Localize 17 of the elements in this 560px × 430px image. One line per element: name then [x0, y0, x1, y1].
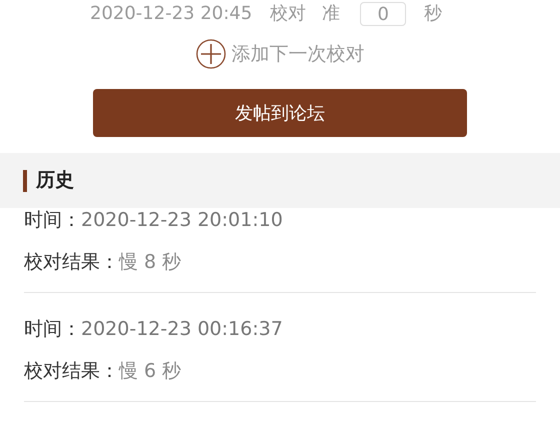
post-to-forum-button[interactable]: 发帖到论坛 — [93, 89, 467, 137]
time-label: 时间： — [24, 208, 81, 232]
result-value: 慢 6 秒 — [119, 359, 182, 383]
calibration-label: 校对 — [270, 3, 306, 25]
offset-field[interactable]: 0 — [360, 2, 406, 26]
add-next-button[interactable]: 添加下一次校对 — [196, 39, 364, 69]
unit-label: 秒 — [424, 3, 442, 25]
calibration-status: 准 — [322, 3, 340, 25]
calibration-time: 2020-12-23 20:45 — [90, 3, 252, 25]
result-value: 慢 8 秒 — [119, 250, 182, 274]
plus-circle-icon — [196, 39, 226, 69]
time-value: 2020-12-23 00:16:37 — [81, 317, 283, 341]
time-value: 2020-12-23 20:01:10 — [81, 208, 283, 232]
history-title: 历史 — [36, 168, 74, 194]
result-label: 校对结果： — [24, 359, 119, 383]
result-label: 校对结果： — [24, 250, 119, 274]
time-label: 时间： — [24, 317, 81, 341]
